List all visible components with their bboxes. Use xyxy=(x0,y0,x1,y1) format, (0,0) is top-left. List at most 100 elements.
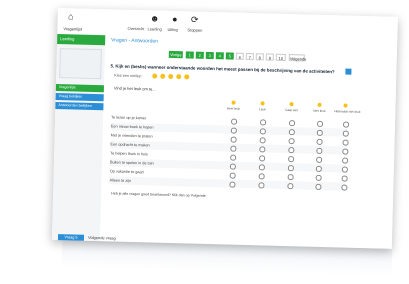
answer-radio[interactable] xyxy=(260,119,266,125)
answer-radio[interactable] xyxy=(289,120,295,126)
row-label: Buiten te spelen in de tuin xyxy=(109,160,154,166)
app-title: Vragenlijst xyxy=(63,26,83,32)
answer-radio[interactable] xyxy=(316,129,323,136)
pager-page-button[interactable]: 3 xyxy=(205,51,214,60)
sidebar-item-view-answers[interactable]: Antwoorden bekijken xyxy=(55,101,104,111)
column-header: Niet leuk xyxy=(313,108,326,114)
answer-radio[interactable] xyxy=(259,146,265,152)
answer-radio[interactable] xyxy=(288,147,294,153)
row-label: Een opdracht te maken xyxy=(110,142,150,148)
home-icon[interactable]: ⌂ xyxy=(64,10,78,22)
pager-page-button[interactable]: 10 xyxy=(275,53,286,61)
question-info-button[interactable] xyxy=(345,68,352,75)
row-label: Op vakantie te gaan xyxy=(109,169,144,175)
answer-radio[interactable] xyxy=(287,183,293,189)
subquestion: Vind je het leuk om te... xyxy=(113,85,156,92)
answer-radio[interactable] xyxy=(315,174,322,181)
refresh-icon[interactable]: ⟳ xyxy=(188,13,202,25)
answer-radio[interactable] xyxy=(341,175,348,182)
row-label: Te helpen thuis in huis xyxy=(110,151,148,157)
answer-radio[interactable] xyxy=(230,145,236,152)
smiley-icon xyxy=(317,102,322,107)
column-header: Leuk xyxy=(258,107,266,112)
answer-radio[interactable] xyxy=(287,165,294,171)
smiley-icon xyxy=(289,102,294,107)
top-toolbar: ⌂ ☻ ● ⟳ Vragenlijst Overzicht Leerling U… xyxy=(57,8,398,43)
sidebar: Leerling Vragenlijst Vraag bekijken Antw… xyxy=(51,33,106,242)
user-icon[interactable]: ☻ xyxy=(148,12,162,24)
row-label: Een nieuw boek te kopen xyxy=(110,124,154,130)
breadcrumb[interactable]: Vragen - Antwoorden xyxy=(111,37,158,44)
answer-radio[interactable] xyxy=(259,155,265,161)
answer-radio[interactable] xyxy=(341,184,347,191)
row-label: Te lezen op je kamer xyxy=(111,115,147,121)
toolbar-label-help[interactable]: Uitleg xyxy=(167,27,177,32)
answer-radio[interactable] xyxy=(259,137,266,143)
answer-radio[interactable] xyxy=(230,136,237,143)
answer-radio[interactable] xyxy=(258,164,265,170)
pager-prev-button[interactable]: Vorige xyxy=(168,50,183,59)
smiley-hint: Kies een smiley: xyxy=(114,73,142,79)
smiley-icon xyxy=(168,73,174,80)
smiley-icon xyxy=(231,100,236,105)
row-label: Met je vrienden te praten xyxy=(110,133,153,139)
answer-radio[interactable] xyxy=(316,147,322,154)
pager-page-button[interactable]: 6 xyxy=(235,52,244,60)
answer-radio[interactable] xyxy=(342,121,349,128)
row-label: Alleen te zijn xyxy=(109,178,132,183)
column-header: Heel leuk xyxy=(226,106,241,111)
answer-radio[interactable] xyxy=(258,182,265,188)
answer-radio[interactable] xyxy=(342,130,349,137)
info-icon[interactable]: ● xyxy=(168,13,182,25)
answer-radio[interactable] xyxy=(287,174,294,180)
answer-radio[interactable] xyxy=(316,138,323,145)
answer-radio[interactable] xyxy=(229,163,236,170)
footer-note: Heb je alle vragen goed beantwoord? Klik… xyxy=(111,191,207,198)
answer-radio[interactable] xyxy=(341,166,348,173)
pager-page-button[interactable]: 1 xyxy=(185,51,194,59)
answer-radio[interactable] xyxy=(315,165,322,172)
pager-next-button[interactable]: Volgende xyxy=(288,54,307,62)
answer-radio[interactable] xyxy=(288,129,295,135)
answer-radio[interactable] xyxy=(342,157,348,164)
toolbar-label-student[interactable]: Leerling xyxy=(147,26,161,31)
answer-radio[interactable] xyxy=(259,128,266,134)
answer-radio[interactable] xyxy=(288,138,295,144)
answer-radio[interactable] xyxy=(342,139,349,146)
pager-page-button[interactable]: 7 xyxy=(245,52,254,61)
column-header: Gaat wel xyxy=(285,107,298,113)
pager-page-button[interactable]: 9 xyxy=(265,53,274,61)
footer-tab[interactable]: Vraag 5 xyxy=(57,234,85,241)
answer-radio[interactable] xyxy=(342,148,348,155)
answer-radio[interactable] xyxy=(229,181,236,188)
pager-page-button[interactable]: 8 xyxy=(255,53,264,61)
answer-radio[interactable] xyxy=(316,120,323,127)
answer-radio[interactable] xyxy=(230,154,236,161)
smiley-icon xyxy=(176,74,182,80)
smiley-icon xyxy=(152,73,158,79)
answer-radio[interactable] xyxy=(229,172,236,179)
question-text: 5. Kijk en (beslis) wanneer onderstaande… xyxy=(110,63,335,75)
toolbar-label-overview[interactable]: Overzicht xyxy=(127,26,144,31)
pager-page-button[interactable]: 2 xyxy=(195,51,204,59)
toolbar-label-stop[interactable]: Stoppen xyxy=(187,27,202,32)
answer-radio[interactable] xyxy=(315,183,321,190)
column-header: Helemaal niet leuk xyxy=(334,109,361,114)
app-window: ⌂ ☻ ● ⟳ Vragenlijst Overzicht Leerling U… xyxy=(51,8,398,249)
smiley-icon xyxy=(184,74,190,80)
answer-radio[interactable] xyxy=(231,118,237,125)
pager-page-button[interactable]: 4 xyxy=(215,52,224,60)
smiley-icon xyxy=(343,103,348,108)
answer-radio[interactable] xyxy=(230,127,237,134)
sidebar-header: Leerling xyxy=(57,33,106,46)
sidebar-illustration xyxy=(59,48,102,80)
answer-radio[interactable] xyxy=(288,156,294,162)
smiley-icon xyxy=(260,101,265,106)
sidebar-item-view-question[interactable]: Vraag bekijken xyxy=(55,92,104,102)
answer-radio[interactable] xyxy=(316,156,322,163)
pager-page-button[interactable]: 5 xyxy=(225,52,234,60)
answer-radio[interactable] xyxy=(258,173,265,179)
footer-text[interactable]: Volgende vraag xyxy=(88,235,116,242)
sidebar-item-questionnaire[interactable]: Vragenlijst xyxy=(55,83,104,93)
smiley-icon xyxy=(160,73,166,79)
